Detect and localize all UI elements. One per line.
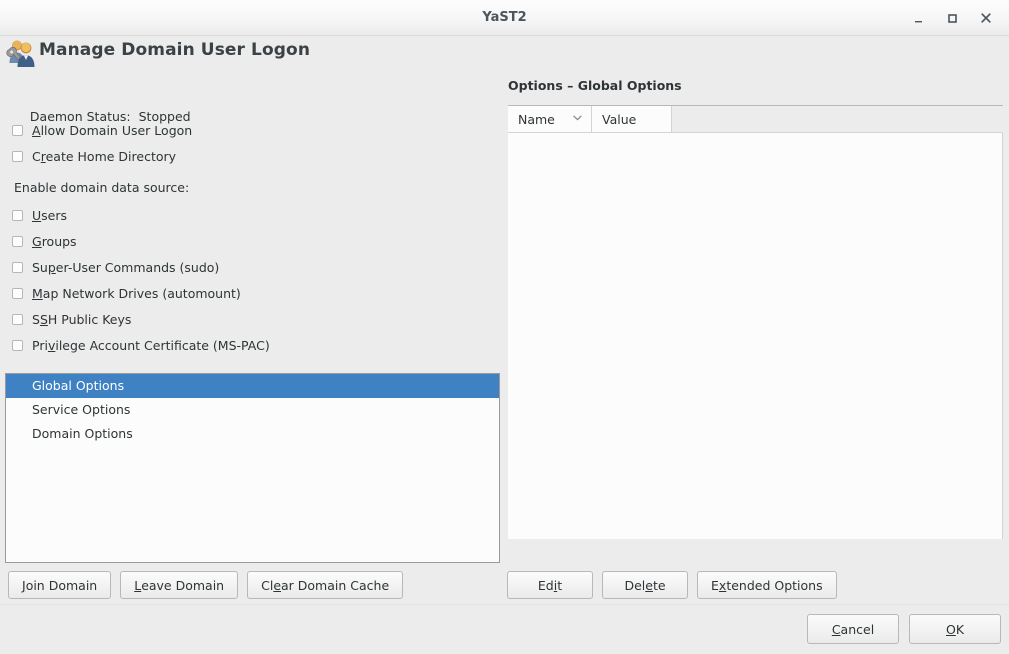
- maximize-button[interactable]: [935, 3, 969, 33]
- ok-button[interactable]: OK: [909, 614, 1001, 644]
- checkbox-box[interactable]: [12, 340, 23, 351]
- checkbox-label: Groups: [32, 234, 77, 249]
- window-title: YaST2: [0, 0, 1009, 36]
- checkbox-label: Privilege Account Certificate (MS-PAC): [32, 338, 270, 353]
- checkbox-map-network-drives[interactable]: Map Network Drives (automount): [12, 286, 241, 301]
- daemon-status-value: Stopped: [139, 109, 191, 124]
- checkbox-box[interactable]: [12, 236, 23, 247]
- delete-button[interactable]: Delete: [602, 571, 688, 599]
- checkbox-label: Create Home Directory: [32, 149, 176, 164]
- checkbox-box[interactable]: [12, 288, 23, 299]
- checkbox-label: Allow Domain User Logon: [32, 123, 192, 138]
- checkbox-box[interactable]: [12, 262, 23, 273]
- checkbox-box[interactable]: [12, 314, 23, 325]
- list-item-domain-options[interactable]: Domain Options: [6, 422, 499, 446]
- domain-action-buttons: Join Domain Leave Domain Clear Domain Ca…: [8, 571, 403, 599]
- minimize-button[interactable]: [901, 3, 935, 33]
- options-action-buttons: Edit Delete Extended Options: [507, 571, 837, 599]
- checkbox-create-home-directory[interactable]: Create Home Directory: [12, 149, 176, 164]
- checkbox-box[interactable]: [12, 210, 23, 221]
- page-title: Manage Domain User Logon: [39, 40, 310, 60]
- dialog-buttons: Cancel OK: [807, 614, 1001, 644]
- join-domain-button[interactable]: Join Domain: [8, 571, 111, 599]
- checkbox-privilege-account-certificate[interactable]: Privilege Account Certificate (MS-PAC): [12, 338, 270, 353]
- column-header-filler: [672, 106, 1003, 133]
- leave-domain-button[interactable]: Leave Domain: [120, 571, 238, 599]
- checkbox-super-user-commands[interactable]: Super-User Commands (sudo): [12, 260, 219, 275]
- checkbox-ssh-public-keys[interactable]: SSH Public Keys: [12, 312, 131, 327]
- extended-options-button[interactable]: Extended Options: [697, 571, 837, 599]
- clear-domain-cache-button[interactable]: Clear Domain Cache: [247, 571, 403, 599]
- close-button[interactable]: [969, 3, 1003, 33]
- options-table[interactable]: Name Value: [508, 105, 1003, 539]
- list-item-global-options[interactable]: Global Options: [6, 374, 499, 398]
- chevron-down-icon: [573, 115, 582, 121]
- dialog-footer: Cancel OK: [0, 605, 1009, 654]
- daemon-status-label: Daemon Status:: [30, 109, 131, 124]
- checkbox-label: SSH Public Keys: [32, 312, 131, 327]
- options-title: Options – Global Options: [508, 78, 682, 93]
- edit-button[interactable]: Edit: [507, 571, 593, 599]
- data-source-label: Enable domain data source:: [14, 180, 189, 195]
- checkbox-allow-domain-user-logon[interactable]: Allow Domain User Logon: [12, 123, 192, 138]
- minimize-icon: [913, 13, 924, 24]
- checkbox-groups[interactable]: Groups: [12, 234, 77, 249]
- table-header-row: Name Value: [508, 106, 1003, 133]
- close-icon: [980, 12, 992, 24]
- maximize-icon: [947, 13, 958, 24]
- column-header-value[interactable]: Value: [592, 106, 672, 133]
- window-controls: [901, 0, 1003, 36]
- list-item-service-options[interactable]: Service Options: [6, 398, 499, 422]
- cancel-button[interactable]: Cancel: [807, 614, 899, 644]
- window-titlebar: YaST2: [0, 0, 1009, 36]
- manage-domain-user-logon-icon: [4, 37, 38, 69]
- checkbox-users[interactable]: Users: [12, 208, 67, 223]
- table-body[interactable]: [508, 133, 1003, 539]
- column-header-name[interactable]: Name: [508, 106, 592, 133]
- checkbox-label: Super-User Commands (sudo): [32, 260, 219, 275]
- checkbox-box[interactable]: [12, 125, 23, 136]
- checkbox-label: Map Network Drives (automount): [32, 286, 241, 301]
- sections-listbox[interactable]: Global Options Service Options Domain Op…: [5, 373, 500, 563]
- checkbox-label: Users: [32, 208, 67, 223]
- page-header: Manage Domain User Logon: [0, 36, 1009, 72]
- checkbox-box[interactable]: [12, 151, 23, 162]
